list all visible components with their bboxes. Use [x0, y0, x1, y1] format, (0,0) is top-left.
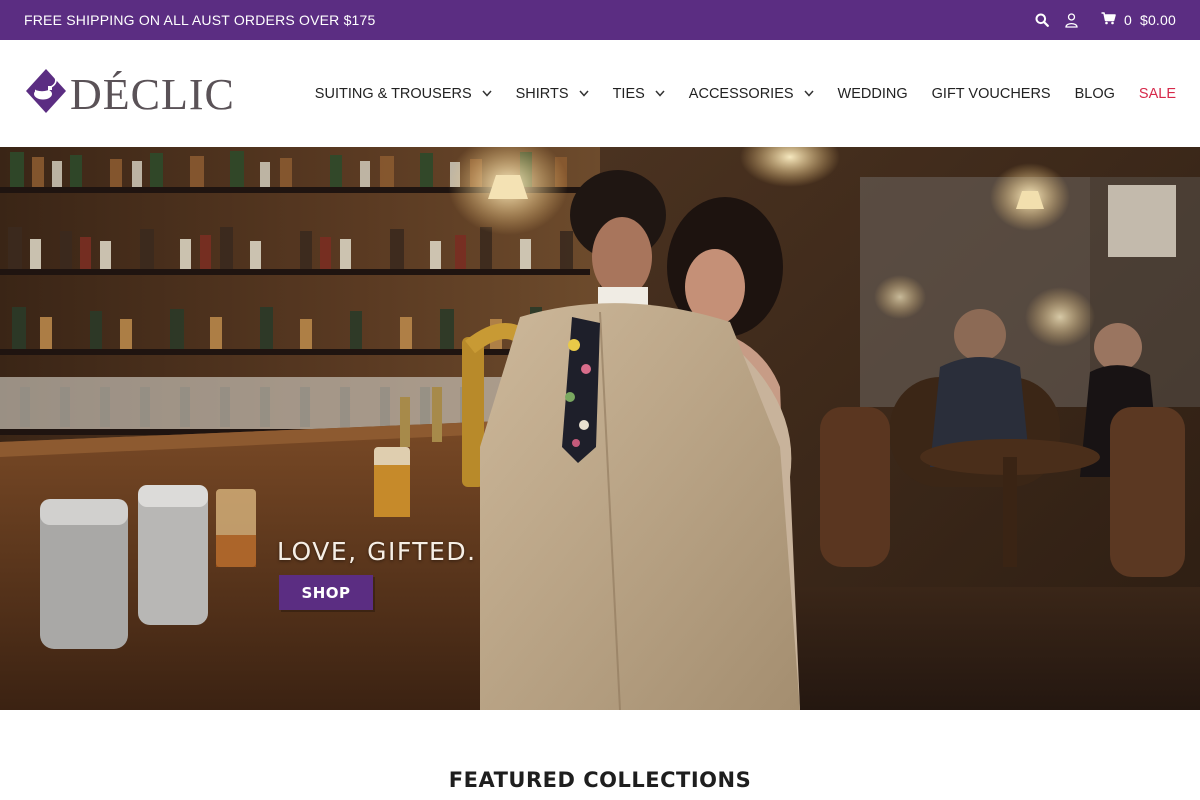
announcement-bar: FREE SHIPPING ON ALL AUST ORDERS OVER $1… [0, 0, 1200, 40]
nav-item-label: SUITING & TROUSERS [314, 85, 472, 102]
nav-item-sale[interactable]: SALE [1139, 86, 1176, 102]
cart-link[interactable]: 0 $0.00 [1101, 12, 1176, 28]
nav-item-label: SHIRTS [515, 85, 569, 102]
nav-item-label: SALE [1138, 85, 1176, 102]
site-logo[interactable]: DÉCLIC [24, 67, 235, 120]
chevron-down-icon [803, 90, 814, 97]
nav-item-blog[interactable]: BLOG [1075, 86, 1115, 102]
chevron-down-icon [482, 90, 492, 97]
search-icon[interactable] [1027, 0, 1057, 40]
header-tools: 0 $0.00 [1027, 0, 1176, 40]
nav-item-accessories[interactable]: ACCESSORIES [689, 86, 814, 102]
nav-item-label: TIES [612, 85, 645, 102]
featured-collections-title: FEATURED COLLECTIONS [448, 768, 752, 792]
cart-total: $0.00 [1139, 12, 1176, 28]
main-navigation: SUITING & TROUSERS SHIRTS TIES ACCESSORI… [315, 86, 1176, 102]
diamond-emblem-icon [24, 67, 68, 120]
cart-count: 0 [1123, 12, 1132, 28]
nav-item-wedding[interactable]: WEDDING [838, 86, 908, 102]
logo-wordmark: DÉCLIC [70, 69, 235, 119]
nav-item-suiting-trousers[interactable]: SUITING & TROUSERS [315, 86, 492, 102]
nav-item-shirts[interactable]: SHIRTS [516, 86, 589, 102]
hero-image [0, 147, 1200, 710]
user-icon[interactable] [1057, 0, 1087, 40]
nav-item-label: ACCESSORIES [688, 85, 794, 102]
nav-item-gift-vouchers[interactable]: GIFT VOUCHERS [932, 86, 1051, 102]
shipping-promo-text: FREE SHIPPING ON ALL AUST ORDERS OVER $1… [24, 12, 376, 28]
nav-item-label: BLOG [1074, 85, 1115, 102]
chevron-down-icon [579, 90, 589, 97]
nav-item-label: GIFT VOUCHERS [931, 85, 1051, 102]
site-header: DÉCLIC SUITING & TROUSERS SHIRTS TIES AC… [0, 40, 1200, 147]
hero-banner[interactable]: LOVE, GIFTED. SHOP [0, 147, 1200, 710]
shop-button[interactable]: SHOP [279, 575, 373, 610]
nav-item-ties[interactable]: TIES [613, 86, 665, 102]
nav-item-label: WEDDING [837, 85, 908, 102]
cart-icon [1101, 12, 1116, 28]
hero-heading: LOVE, GIFTED. [277, 537, 477, 566]
chevron-down-icon [655, 90, 665, 97]
